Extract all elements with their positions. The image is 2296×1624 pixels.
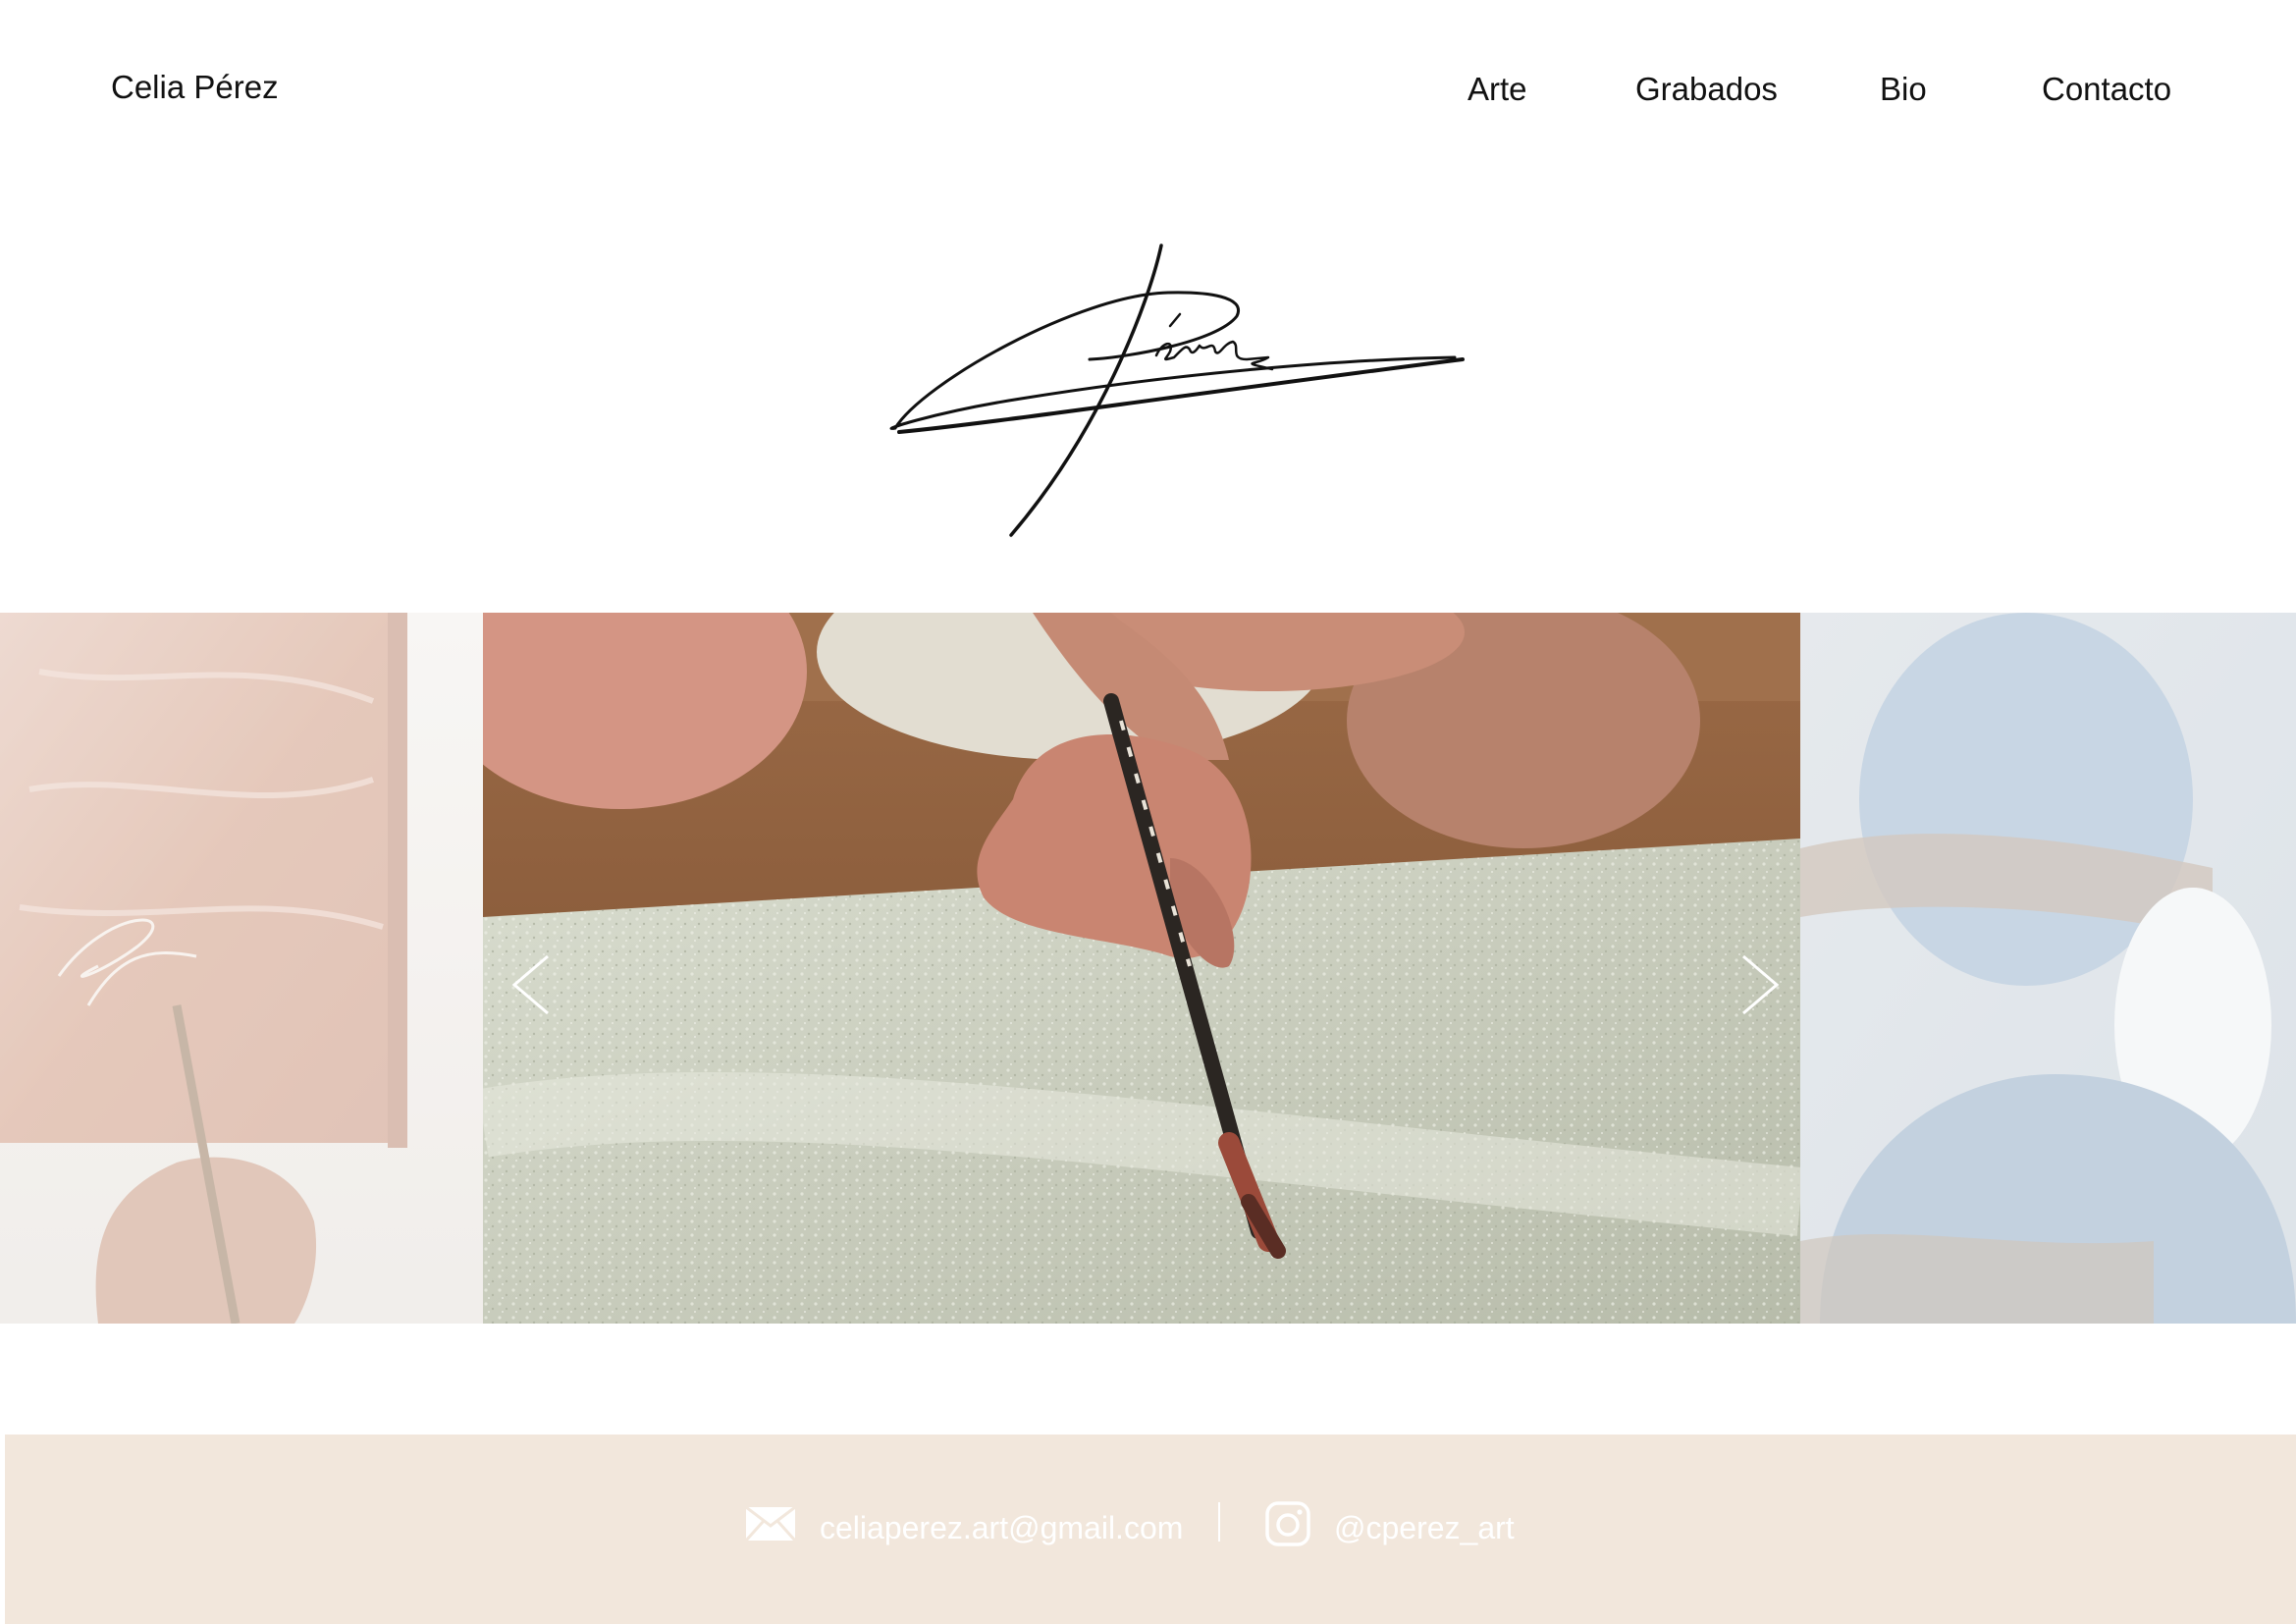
footer-divider xyxy=(1218,1502,1220,1542)
image-carousel[interactable] xyxy=(0,613,2296,1324)
nav-link-contacto[interactable]: Contacto xyxy=(2042,71,2171,108)
nav-link-grabados[interactable]: Grabados xyxy=(1635,71,1778,108)
hand-painting-textured-canvas-image xyxy=(483,613,1800,1324)
site-footer: celiaperez.art@gmail.com @cperez_art xyxy=(5,1435,2296,1624)
nav-link-arte[interactable]: Arte xyxy=(1468,71,1527,108)
signature-logo xyxy=(883,236,1472,550)
instagram-icon xyxy=(1265,1501,1310,1554)
carousel-slide-previous[interactable] xyxy=(0,613,483,1324)
email-link[interactable]: celiaperez.art@gmail.com xyxy=(744,1505,1184,1549)
carousel-slide-active[interactable] xyxy=(483,613,1800,1324)
chevron-left-icon[interactable] xyxy=(508,952,554,1017)
envelope-icon xyxy=(744,1505,797,1549)
nav-link-bio[interactable]: Bio xyxy=(1880,71,1927,108)
instagram-handle: @cperez_art xyxy=(1334,1509,1515,1545)
painting-pink-canvas-image xyxy=(0,613,483,1324)
carousel-slide-next[interactable] xyxy=(1800,613,2296,1324)
brand-name[interactable]: Celia Pérez xyxy=(111,69,279,106)
chevron-right-icon[interactable] xyxy=(1737,952,1783,1017)
email-text: celiaperez.art@gmail.com xyxy=(820,1509,1184,1545)
instagram-link[interactable]: @cperez_art xyxy=(1265,1501,1515,1549)
blue-portrait-painting-image xyxy=(1800,613,2296,1324)
